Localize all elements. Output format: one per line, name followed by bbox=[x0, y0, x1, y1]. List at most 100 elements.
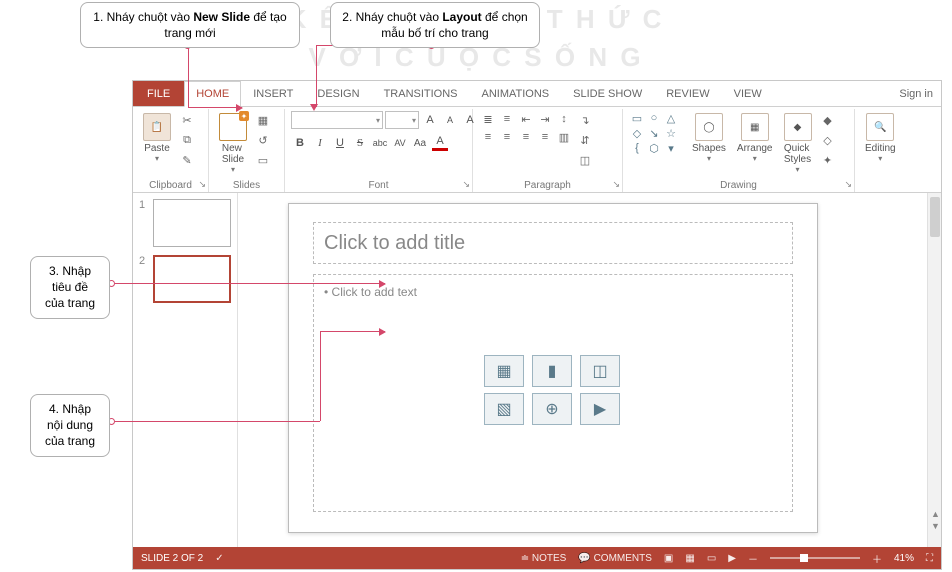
underline-button[interactable]: U bbox=[331, 134, 349, 152]
slide-thumbnail-1[interactable] bbox=[153, 199, 231, 247]
arrange-button[interactable]: ▦ Arrange▾ bbox=[733, 111, 777, 165]
shapes-button[interactable]: ◯ Shapes▾ bbox=[688, 111, 730, 165]
group-editing: 🔍 Editing▾ bbox=[855, 109, 907, 192]
shapes-gallery[interactable]: ▭○△ ◇↘☆ {⬡▾ bbox=[629, 111, 685, 155]
callout-3: 3. Nhập tiêu đề của trang bbox=[30, 256, 110, 319]
slide-canvas-area: Click to add title • Click to add text ▦… bbox=[238, 193, 941, 547]
insert-picture-icon[interactable]: ▧ bbox=[484, 393, 524, 425]
paste-button[interactable]: 📋 Paste ▾ bbox=[139, 111, 175, 165]
ribbon: 📋 Paste ▾ ✂ ⧉ ✎ Clipboard ↘ ✦ bbox=[133, 107, 941, 193]
tab-review[interactable]: REVIEW bbox=[654, 81, 721, 106]
convert-smartart-button[interactable]: ◫ bbox=[576, 151, 594, 169]
group-font: A A A B I U S abc AV Aa A Font ↘ bbox=[285, 109, 473, 192]
content-placeholder[interactable]: • Click to add text ▦ ▮ ◫ ▧ ⊕ ▶ bbox=[313, 274, 793, 512]
group-drawing: ▭○△ ◇↘☆ {⬡▾ ◯ Shapes▾ ▦ Arrange▾ ◆ Quick… bbox=[623, 109, 855, 192]
insert-online-picture-icon[interactable]: ⊕ bbox=[532, 393, 572, 425]
text-direction-button[interactable]: ↴ bbox=[576, 111, 594, 129]
line-spacing-button[interactable]: ↕ bbox=[555, 111, 573, 127]
comments-button[interactable]: 💬 COMMENTS bbox=[578, 553, 652, 564]
group-label-clipboard: Clipboard bbox=[139, 179, 202, 191]
group-label-paragraph: Paragraph bbox=[479, 179, 616, 191]
group-slides: ✦ New Slide ▾ ▦ ↺ ▭ Slides bbox=[209, 109, 285, 192]
tab-slideshow[interactable]: SLIDE SHOW bbox=[561, 81, 654, 106]
thumb-number: 2 bbox=[139, 255, 149, 267]
clipboard-icon: 📋 bbox=[143, 113, 171, 141]
slide[interactable]: Click to add title • Click to add text ▦… bbox=[288, 203, 818, 533]
slideshow-view-button[interactable]: ▶ bbox=[728, 553, 736, 564]
dialog-launcher-icon[interactable]: ↘ bbox=[612, 179, 620, 190]
callout-2: 2. Nháy chuột vào Layout để chọn mẫu bố … bbox=[330, 2, 540, 48]
shape-outline-button[interactable]: ◇ bbox=[819, 131, 837, 149]
shape-effects-button[interactable]: ✦ bbox=[819, 151, 837, 169]
insert-table-icon[interactable]: ▦ bbox=[484, 355, 524, 387]
font-size-combo[interactable] bbox=[385, 111, 419, 129]
bold-button[interactable]: B bbox=[291, 134, 309, 152]
fit-to-window-button[interactable]: ⛶ bbox=[926, 553, 933, 564]
italic-button[interactable]: I bbox=[311, 134, 329, 152]
group-label-drawing: Drawing bbox=[629, 179, 848, 191]
align-center-button[interactable]: ≡ bbox=[498, 129, 516, 145]
shape-fill-button[interactable]: ◆ bbox=[819, 111, 837, 129]
arrange-icon: ▦ bbox=[741, 113, 769, 141]
slide-thumbnail-panel: 1 2 bbox=[133, 193, 238, 547]
align-right-button[interactable]: ≡ bbox=[517, 129, 535, 145]
insert-smartart-icon[interactable]: ◫ bbox=[580, 355, 620, 387]
title-placeholder[interactable]: Click to add title bbox=[313, 222, 793, 264]
dialog-launcher-icon[interactable]: ↘ bbox=[462, 179, 470, 190]
decrease-indent-button[interactable]: ⇤ bbox=[517, 111, 535, 127]
align-left-button[interactable]: ≡ bbox=[479, 129, 497, 145]
increase-indent-button[interactable]: ⇥ bbox=[536, 111, 554, 127]
columns-button[interactable]: ▥ bbox=[555, 129, 573, 145]
tab-file[interactable]: FILE bbox=[133, 81, 184, 106]
normal-view-button[interactable]: ▣ bbox=[664, 553, 673, 564]
zoom-slider[interactable] bbox=[770, 557, 860, 559]
tab-transitions[interactable]: TRANSITIONS bbox=[372, 81, 470, 106]
bullets-button[interactable]: ≣ bbox=[479, 111, 497, 127]
layout-button[interactable]: ▦ bbox=[254, 111, 272, 129]
cut-button[interactable]: ✂ bbox=[178, 111, 196, 129]
reading-view-button[interactable]: ▭ bbox=[707, 553, 716, 564]
quick-styles-button[interactable]: ◆ Quick Styles▾ bbox=[780, 111, 816, 176]
tab-view[interactable]: VIEW bbox=[722, 81, 774, 106]
slide-thumbnail-2[interactable] bbox=[153, 255, 231, 303]
dialog-launcher-icon[interactable]: ↘ bbox=[844, 179, 852, 190]
copy-button[interactable]: ⧉ bbox=[178, 131, 196, 149]
signin-link[interactable]: Sign in bbox=[891, 81, 941, 106]
char-spacing-button[interactable]: AV bbox=[391, 134, 409, 152]
find-icon: 🔍 bbox=[866, 113, 894, 141]
shrink-font-button[interactable]: A bbox=[441, 111, 459, 129]
zoom-in-button[interactable]: ＋ bbox=[872, 551, 882, 566]
reset-button[interactable]: ↺ bbox=[254, 131, 272, 149]
work-area: 1 2 Click to add title • Click to add te… bbox=[133, 193, 941, 547]
numbering-button[interactable]: ≡ bbox=[498, 111, 516, 127]
notes-button[interactable]: ≐ NOTES bbox=[521, 553, 567, 564]
section-button[interactable]: ▭ bbox=[254, 151, 272, 169]
tab-insert[interactable]: INSERT bbox=[241, 81, 305, 106]
format-painter-button[interactable]: ✎ bbox=[178, 151, 196, 169]
zoom-level[interactable]: 41% bbox=[894, 553, 914, 564]
new-slide-icon: ✦ bbox=[219, 113, 247, 141]
new-slide-button[interactable]: ✦ New Slide ▾ bbox=[215, 111, 251, 176]
dialog-launcher-icon[interactable]: ↘ bbox=[198, 179, 206, 190]
insert-chart-icon[interactable]: ▮ bbox=[532, 355, 572, 387]
group-label-slides: Slides bbox=[215, 179, 278, 191]
zoom-out-button[interactable]: － bbox=[748, 551, 758, 566]
status-bar: SLIDE 2 OF 2 ✓ ≐ NOTES 💬 COMMENTS ▣ ▦ ▭ … bbox=[133, 547, 941, 569]
justify-button[interactable]: ≡ bbox=[536, 129, 554, 145]
font-color-button[interactable]: A bbox=[431, 134, 449, 152]
tab-home[interactable]: HOME bbox=[184, 81, 241, 107]
tab-animations[interactable]: ANIMATIONS bbox=[470, 81, 562, 106]
align-text-button[interactable]: ⇵ bbox=[576, 131, 594, 149]
strike-button[interactable]: S bbox=[351, 134, 369, 152]
font-name-combo[interactable] bbox=[291, 111, 383, 129]
grow-font-button[interactable]: A bbox=[421, 111, 439, 129]
vertical-scrollbar[interactable]: ▲ ▼ bbox=[927, 193, 941, 547]
group-label-font: Font bbox=[291, 179, 466, 191]
sorter-view-button[interactable]: ▦ bbox=[685, 553, 694, 564]
shadow-button[interactable]: abc bbox=[371, 134, 389, 152]
insert-video-icon[interactable]: ▶ bbox=[580, 393, 620, 425]
spell-check-icon[interactable]: ✓ bbox=[215, 553, 223, 564]
chevron-down-icon: ▾ bbox=[231, 165, 235, 174]
change-case-button[interactable]: Aa bbox=[411, 134, 429, 152]
editing-button[interactable]: 🔍 Editing▾ bbox=[861, 111, 900, 165]
